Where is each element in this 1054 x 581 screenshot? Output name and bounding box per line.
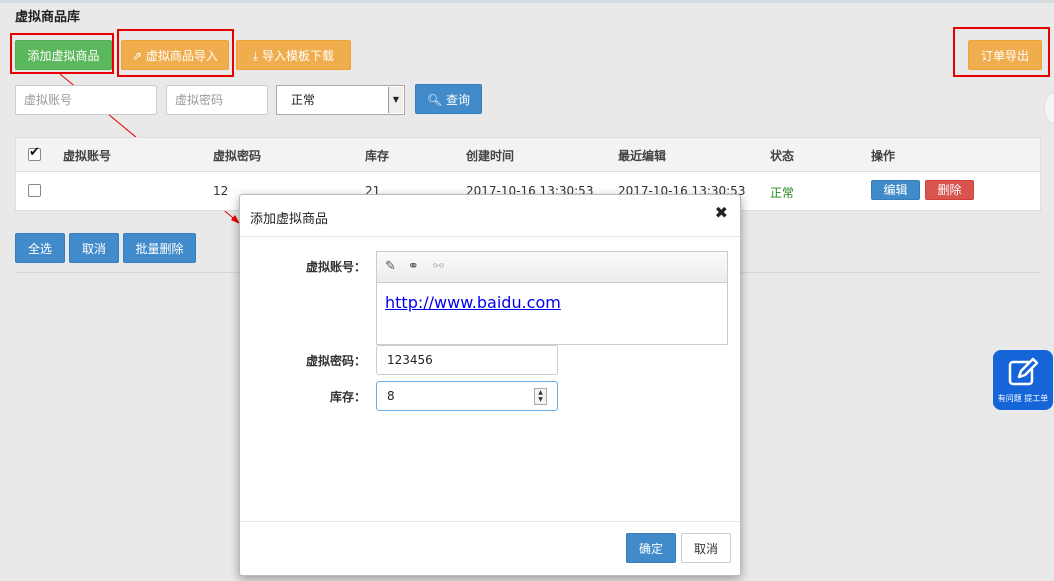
header-created: 创建时间 <box>466 149 515 163</box>
annotation-box-export <box>953 27 1050 77</box>
editor-toolbar: ✎ ⚭ ⚯ <box>377 252 727 283</box>
modal-footer-divider <box>240 521 740 522</box>
modal-header-divider <box>240 236 740 237</box>
close-icon[interactable]: ✖ <box>715 203 728 222</box>
status-select-value: 正常 <box>291 93 316 107</box>
search-icon: 🔍︎ <box>426 93 447 107</box>
select-all-button[interactable]: 全选 <box>15 233 65 263</box>
password-field[interactable]: 123456 <box>376 345 558 375</box>
row-checkbox[interactable] <box>28 184 41 197</box>
query-button[interactable]: 🔍︎ 查询 <box>415 84 482 114</box>
edit-button[interactable]: 编辑 <box>871 180 920 200</box>
stock-value: 8 <box>387 389 395 403</box>
side-handle[interactable] <box>1044 92 1054 124</box>
eraser-icon[interactable]: ✎ <box>385 259 396 274</box>
batch-delete-button[interactable]: 批量删除 <box>123 233 196 263</box>
password-filter-input[interactable]: 虚拟密码 <box>166 85 268 115</box>
modal-title: 添加虚拟商品 <box>250 212 329 227</box>
header-edited: 最近编辑 <box>618 149 667 163</box>
confirm-button[interactable]: 确定 <box>626 533 676 563</box>
status-select[interactable]: 正常 ▼ <box>276 85 405 115</box>
account-field-label: 虚拟账号： <box>306 260 367 274</box>
table-header: ✔ 虚拟账号 虚拟密码 库存 创建时间 最近编辑 状态 操作 <box>16 138 1040 172</box>
stock-stepper[interactable]: 8 ▲ ▼ <box>376 381 558 411</box>
account-link-value[interactable]: http://www.baidu.com <box>385 293 561 312</box>
header-account: 虚拟账号 <box>63 149 112 163</box>
header-password: 虚拟密码 <box>213 149 262 163</box>
stock-field-label: 库存： <box>330 390 367 404</box>
chevron-down-icon: ▼ <box>388 87 403 113</box>
download-template-button[interactable]: ⤓ 导入模板下载 <box>236 40 351 70</box>
check-icon: ✔ <box>29 145 40 160</box>
edit-icon <box>1008 357 1039 386</box>
help-widget-label: 有问题 提工单 <box>997 394 1049 403</box>
add-goods-modal: 添加虚拟商品 ✖ 虚拟账号： ✎ ⚭ ⚯ http://www.baidu.co… <box>239 194 741 576</box>
page-title: 虚拟商品库 <box>15 10 81 25</box>
help-ticket-widget[interactable]: 有问题 提工单 <box>993 350 1053 410</box>
unlink-icon[interactable]: ⚯ <box>433 259 444 274</box>
select-all-checkbox[interactable]: ✔ <box>28 145 41 161</box>
download-icon: ⤓ <box>252 49 263 63</box>
annotation-box-import <box>117 29 234 77</box>
header-actions: 操作 <box>871 149 896 163</box>
top-border <box>0 0 1054 3</box>
cell-password: 12 <box>213 184 229 198</box>
annotation-box-add <box>10 33 114 74</box>
stepper-arrows[interactable]: ▲ ▼ <box>534 388 547 405</box>
account-filter-input[interactable]: 虚拟账号 <box>15 85 157 115</box>
header-stock: 库存 <box>365 149 390 163</box>
link-icon[interactable]: ⚭ <box>408 259 419 274</box>
query-label: 查询 <box>446 93 471 107</box>
password-field-label: 虚拟密码： <box>306 354 367 368</box>
cancel-selection-button[interactable]: 取消 <box>69 233 119 263</box>
account-rich-editor[interactable]: ✎ ⚭ ⚯ http://www.baidu.com <box>376 251 728 345</box>
modal-cancel-button[interactable]: 取消 <box>681 533 731 563</box>
header-status: 状态 <box>770 149 795 163</box>
status-badge: 正常 <box>770 186 795 200</box>
download-template-label: 导入模板下载 <box>262 49 335 63</box>
delete-button[interactable]: 删除 <box>925 180 974 200</box>
